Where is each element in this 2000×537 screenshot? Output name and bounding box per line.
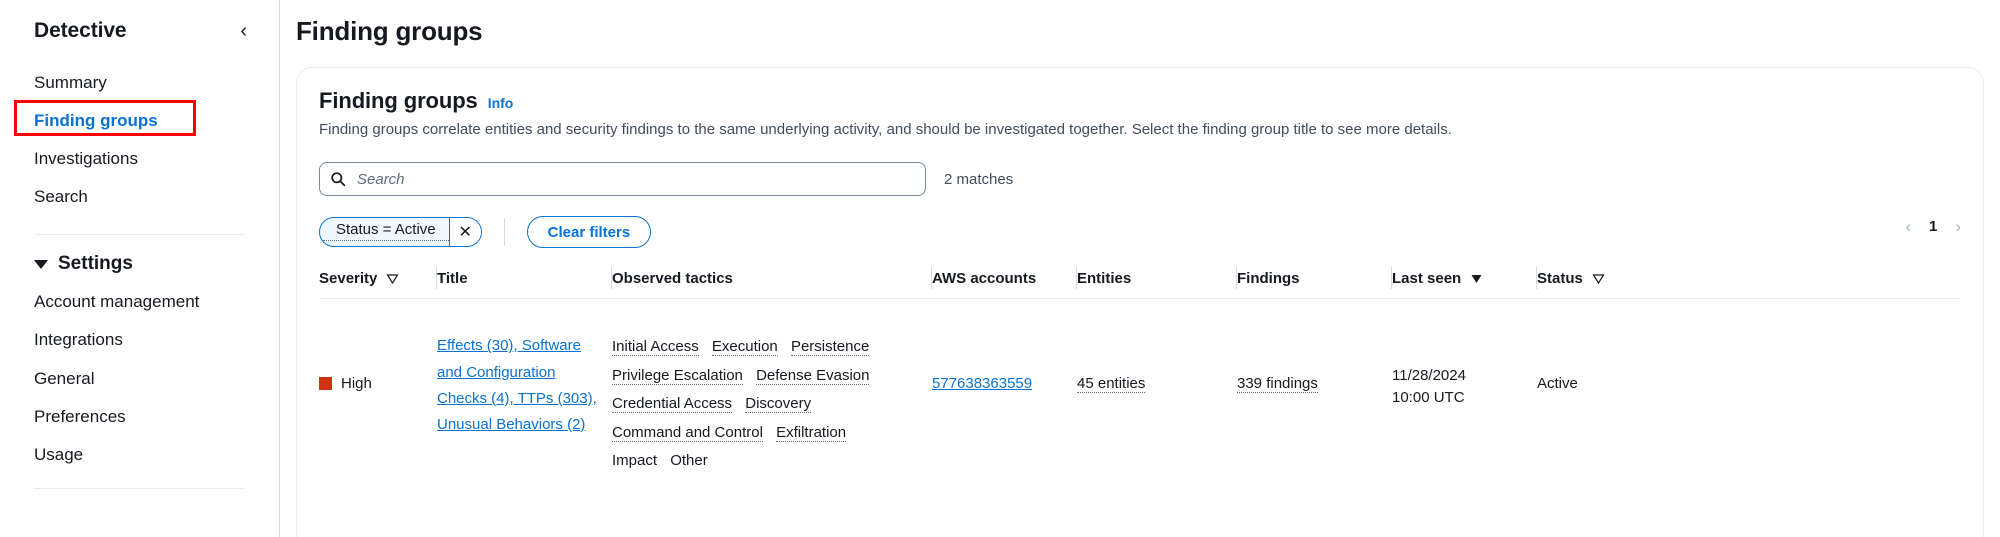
sidebar-item-account-management[interactable]: Account management (0, 283, 279, 321)
sidebar-settings-group[interactable]: Settings (0, 253, 279, 275)
search-row: 2 matches (319, 162, 1961, 197)
cell-title: Effects (30), Software and Configuration… (437, 325, 612, 438)
aws-account-link[interactable]: 577638363559 (932, 375, 1032, 392)
column-label-status: Status (1537, 270, 1583, 288)
filter-separator (503, 218, 505, 247)
tactic-tag[interactable]: Defense Evasion (756, 366, 870, 385)
cell-entities: 45 entities (1077, 325, 1237, 394)
tactic-tag[interactable]: Credential Access (612, 395, 733, 414)
column-header-status[interactable]: Status (1537, 270, 1657, 287)
column-label-last-seen: Last seen (1392, 270, 1462, 288)
tactic-tag[interactable]: Privilege Escalation (612, 366, 743, 385)
sidebar-settings-list: Account management Integrations General … (0, 283, 279, 473)
entities-count[interactable]: 45 entities (1077, 375, 1146, 394)
close-icon[interactable]: ✕ (448, 218, 481, 247)
filter-chip-label: Status = Active (323, 218, 449, 242)
info-link[interactable]: Info (488, 95, 514, 111)
page-title: Finding groups (296, 16, 483, 46)
sidebar-nav: Summary Finding groups Investigations Se… (0, 64, 279, 216)
sidebar-item-preferences[interactable]: Preferences (0, 398, 279, 436)
column-label-title: Title (437, 270, 468, 288)
cell-last-seen: 11/28/2024 10:00 UTC (1392, 325, 1537, 409)
last-seen-time: 10:00 UTC (1392, 389, 1465, 406)
severity-indicator-icon (319, 377, 332, 391)
tactics-line: Initial Access Execution Persistence (612, 333, 922, 362)
page-number-1[interactable]: 1 (1929, 218, 1937, 235)
sidebar-item-general[interactable]: General (0, 360, 279, 398)
column-header-severity[interactable]: Severity (319, 267, 437, 290)
card-header: Finding groups Info (319, 88, 1961, 114)
sidebar-title: Detective (34, 19, 127, 42)
chevron-left-icon[interactable]: ‹ (1905, 218, 1911, 235)
cell-findings: 339 findings (1237, 325, 1392, 394)
sidebar-item-investigations[interactable]: Investigations (0, 140, 279, 178)
matches-count: 2 matches (944, 170, 1014, 188)
column-label-findings: Findings (1237, 270, 1300, 288)
sidebar-item-integrations[interactable]: Integrations (0, 321, 279, 359)
column-header-title[interactable]: Title (437, 267, 612, 290)
sort-descending-active-icon[interactable] (1470, 272, 1483, 285)
finding-group-title-link[interactable]: Effects (30), Software and Configuration… (437, 337, 597, 433)
tactic-tag[interactable]: Persistence (790, 338, 870, 357)
tactic-tag[interactable]: Command and Control (612, 423, 763, 442)
finding-groups-card: Finding groups Info Finding groups corre… (296, 67, 1984, 537)
column-label-aws-accounts: AWS accounts (932, 270, 1037, 288)
cell-severity: High (319, 325, 437, 392)
tactic-tag[interactable]: Exfiltration (776, 423, 847, 442)
tactics-line: Command and Control Exfiltration (612, 419, 922, 448)
sidebar-divider (34, 234, 245, 236)
tactics-line: Credential Access Discovery (612, 390, 922, 419)
table-header-row: Severity Title Observed tactics AWS acco… (319, 267, 1961, 300)
column-header-aws-accounts[interactable]: AWS accounts (932, 267, 1077, 290)
caret-down-icon[interactable] (34, 259, 48, 269)
card-body: Finding groups Info Finding groups corre… (297, 88, 1983, 476)
pagination: ‹ 1 › (1905, 218, 1961, 235)
column-label-observed-tactics: Observed tactics (612, 270, 733, 288)
sort-descending-icon[interactable] (386, 272, 399, 285)
sidebar-item-finding-groups[interactable]: Finding groups (0, 102, 279, 140)
column-header-observed-tactics[interactable]: Observed tactics (612, 267, 932, 290)
tactics-line: Privilege Escalation Defense Evasion (612, 362, 922, 391)
column-label-severity: Severity (319, 270, 378, 288)
sidebar-divider-bottom (34, 487, 245, 489)
column-label-entities: Entities (1077, 270, 1132, 288)
app-root: Detective ‹ Summary Finding groups Inves… (0, 0, 2000, 537)
card-description: Finding groups correlate entities and se… (319, 121, 1452, 138)
tactic-tag[interactable]: Initial Access (612, 338, 699, 357)
tactic-tag[interactable]: Discovery (745, 395, 812, 414)
search-box[interactable] (319, 162, 926, 197)
sort-descending-icon[interactable] (1592, 272, 1605, 285)
tactic-tag[interactable]: Other (670, 452, 708, 469)
sidebar: Detective ‹ Summary Finding groups Inves… (0, 0, 280, 537)
chevron-left-icon[interactable]: ‹ (234, 19, 253, 43)
cell-observed-tactics: Initial Access Execution Persistence Pri… (612, 325, 932, 476)
clear-filters-button[interactable]: Clear filters (526, 216, 652, 249)
finding-groups-table: Severity Title Observed tactics AWS acco… (319, 267, 1961, 476)
findings-count[interactable]: 339 findings (1237, 375, 1318, 394)
cell-aws-accounts: 577638363559 (932, 325, 1077, 392)
tactic-tag[interactable]: Impact (612, 452, 657, 469)
sidebar-item-search[interactable]: Search (0, 178, 279, 216)
column-header-findings[interactable]: Findings (1237, 267, 1392, 290)
tactics-line: Impact Other (612, 447, 922, 476)
cell-status: Active (1537, 375, 1578, 393)
severity-label: High (341, 375, 372, 393)
search-input[interactable] (355, 169, 915, 189)
main-content: Finding groups Finding groups Info Findi… (280, 0, 2000, 537)
sidebar-header: Detective ‹ (0, 14, 279, 48)
sidebar-item-usage[interactable]: Usage (0, 436, 279, 474)
sidebar-settings-label: Settings (58, 253, 133, 275)
column-header-entities[interactable]: Entities (1077, 267, 1237, 290)
filter-row: Status = Active ✕ Clear filters ‹ 1 › (319, 216, 1961, 249)
chevron-right-icon[interactable]: › (1955, 218, 1961, 235)
filter-chip-status[interactable]: Status = Active ✕ (319, 217, 482, 248)
last-seen-date: 11/28/2024 (1392, 367, 1466, 385)
table-row: High Effects (30), Software and Configur… (319, 299, 1961, 476)
tactic-tag[interactable]: Execution (711, 338, 778, 357)
search-icon (331, 172, 346, 187)
card-title: Finding groups (319, 88, 478, 113)
sidebar-item-summary[interactable]: Summary (0, 64, 279, 102)
column-header-last-seen[interactable]: Last seen (1392, 267, 1537, 290)
